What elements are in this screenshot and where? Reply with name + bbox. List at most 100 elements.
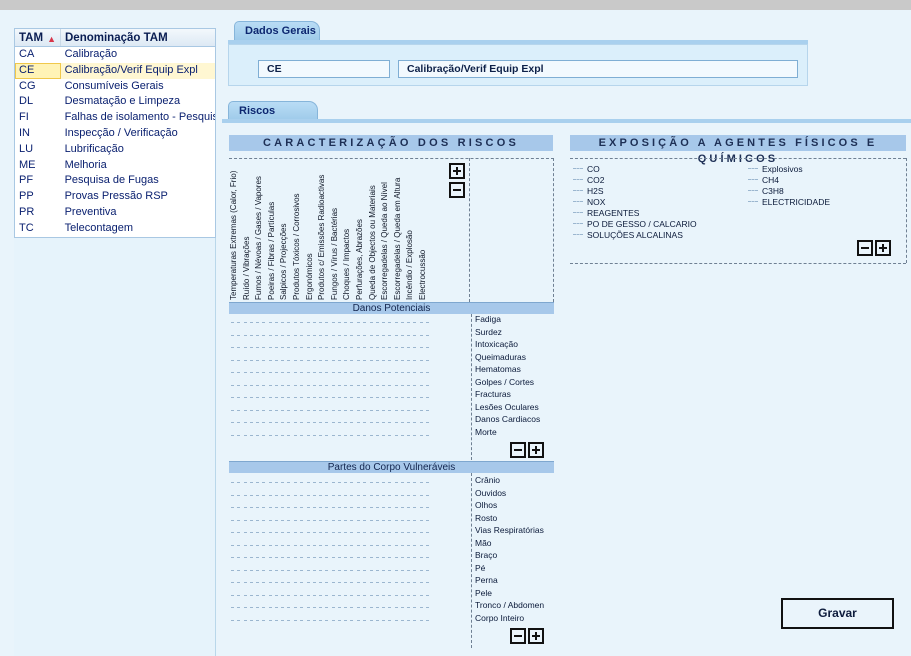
- grid-cell[interactable]: [231, 334, 240, 336]
- grid-cell[interactable]: [231, 594, 240, 596]
- grid-cell[interactable]: [306, 482, 316, 483]
- grid-cell[interactable]: [407, 347, 417, 348]
- list-item[interactable]: Mão: [475, 537, 544, 550]
- grid-cell[interactable]: [420, 359, 429, 361]
- grid-cell[interactable]: [294, 519, 303, 521]
- grid-cell[interactable]: [231, 557, 240, 558]
- grid-cell[interactable]: [281, 347, 291, 348]
- grid-cell[interactable]: [407, 544, 417, 546]
- grid-cell[interactable]: [319, 322, 329, 323]
- grid-cell[interactable]: [294, 582, 303, 583]
- grid-cell[interactable]: [243, 607, 253, 608]
- grid-cell[interactable]: [382, 494, 392, 496]
- grid-cell[interactable]: [344, 482, 354, 483]
- grid-cell[interactable]: [369, 619, 379, 621]
- grid-cell[interactable]: [268, 322, 278, 323]
- grid-cell[interactable]: [369, 422, 379, 423]
- grid-cell[interactable]: [256, 347, 266, 348]
- grid-cell[interactable]: [369, 582, 379, 583]
- grid-cell[interactable]: [344, 494, 354, 496]
- table-row[interactable]: DL Desmatação e Limpeza: [15, 94, 215, 110]
- grid-cell[interactable]: [331, 434, 341, 436]
- grid-cell[interactable]: [243, 397, 253, 398]
- table-row[interactable]: PF Pesquisa de Fugas: [15, 173, 215, 189]
- column-header-tam[interactable]: TAM ▲: [15, 29, 61, 46]
- grid-cell[interactable]: [306, 322, 316, 323]
- grid-cell[interactable]: [331, 569, 341, 571]
- grid-cell[interactable]: [420, 494, 429, 496]
- list-item[interactable]: Queimaduras: [475, 351, 540, 364]
- grid-cell[interactable]: [357, 434, 366, 436]
- grid-cell[interactable]: [243, 519, 253, 521]
- grid-cell[interactable]: [306, 569, 316, 571]
- grid-cell[interactable]: [281, 544, 291, 546]
- grid-cell[interactable]: [256, 434, 266, 436]
- grid-cell[interactable]: [369, 482, 379, 483]
- grid-cell[interactable]: [420, 619, 429, 621]
- grid-cell[interactable]: [268, 519, 278, 521]
- grid-cell[interactable]: [256, 334, 266, 336]
- grid-cell[interactable]: [306, 372, 316, 373]
- agente-item[interactable]: H2S: [573, 185, 697, 196]
- grid-cell[interactable]: [369, 507, 379, 508]
- grid-cell[interactable]: [420, 409, 429, 411]
- grid-cell[interactable]: [420, 347, 429, 348]
- grid-cell[interactable]: [331, 482, 341, 483]
- grid-cell[interactable]: [420, 372, 429, 373]
- grid-cell[interactable]: [357, 532, 366, 533]
- grid-cell[interactable]: [281, 372, 291, 373]
- grid-cell[interactable]: [369, 334, 379, 336]
- list-item[interactable]: Vias Respiratórias: [475, 524, 544, 537]
- grid-cell[interactable]: [319, 372, 329, 373]
- grid-cell[interactable]: [243, 322, 253, 323]
- grid-cell[interactable]: [231, 507, 240, 508]
- grid-cell[interactable]: [357, 569, 366, 571]
- grid-cell[interactable]: [357, 544, 366, 546]
- grid-cell[interactable]: [394, 519, 404, 521]
- grid-cell[interactable]: [256, 397, 266, 398]
- grid-cell[interactable]: [231, 409, 240, 411]
- grid-cell[interactable]: [256, 359, 266, 361]
- checkbox[interactable]: [573, 223, 583, 224]
- grid-cell[interactable]: [344, 422, 354, 423]
- grid-cell[interactable]: [306, 422, 316, 423]
- grid-cell[interactable]: [281, 322, 291, 323]
- table-row[interactable]: ME Melhoria: [15, 158, 215, 174]
- grid-cell[interactable]: [268, 422, 278, 423]
- grid-cell[interactable]: [394, 422, 404, 423]
- grid-cell[interactable]: [294, 347, 303, 348]
- grid-cell[interactable]: [256, 619, 266, 621]
- grid-cell[interactable]: [294, 372, 303, 373]
- grid-cell[interactable]: [256, 422, 266, 423]
- grid-cell[interactable]: [331, 607, 341, 608]
- grid-cell[interactable]: [382, 607, 392, 608]
- grid-cell[interactable]: [268, 594, 278, 596]
- grid-cell[interactable]: [344, 557, 354, 558]
- grid-cell[interactable]: [344, 334, 354, 336]
- grid-cell[interactable]: [294, 384, 303, 386]
- grid-cell[interactable]: [344, 409, 354, 411]
- list-item[interactable]: Lesões Oculares: [475, 401, 540, 414]
- grid-cell[interactable]: [369, 519, 379, 521]
- grid-cell[interactable]: [306, 334, 316, 336]
- grid-cell[interactable]: [382, 582, 392, 583]
- checkbox[interactable]: [573, 234, 583, 235]
- grid-cell[interactable]: [281, 607, 291, 608]
- grid-cell[interactable]: [256, 569, 266, 571]
- checkbox[interactable]: [573, 201, 583, 202]
- grid-cell[interactable]: [243, 372, 253, 373]
- grid-cell[interactable]: [382, 507, 392, 508]
- grid-cell[interactable]: [268, 372, 278, 373]
- grid-cell[interactable]: [268, 607, 278, 608]
- grid-cell[interactable]: [319, 532, 329, 533]
- grid-cell[interactable]: [268, 582, 278, 583]
- grid-cell[interactable]: [281, 557, 291, 558]
- grid-cell[interactable]: [281, 359, 291, 361]
- grid-cell[interactable]: [243, 482, 253, 483]
- grid-cell[interactable]: [268, 507, 278, 508]
- grid-cell[interactable]: [281, 384, 291, 386]
- grid-cell[interactable]: [382, 482, 392, 483]
- grid-cell[interactable]: [256, 372, 266, 373]
- list-item[interactable]: Surdez: [475, 326, 540, 339]
- grid-cell[interactable]: [420, 397, 429, 398]
